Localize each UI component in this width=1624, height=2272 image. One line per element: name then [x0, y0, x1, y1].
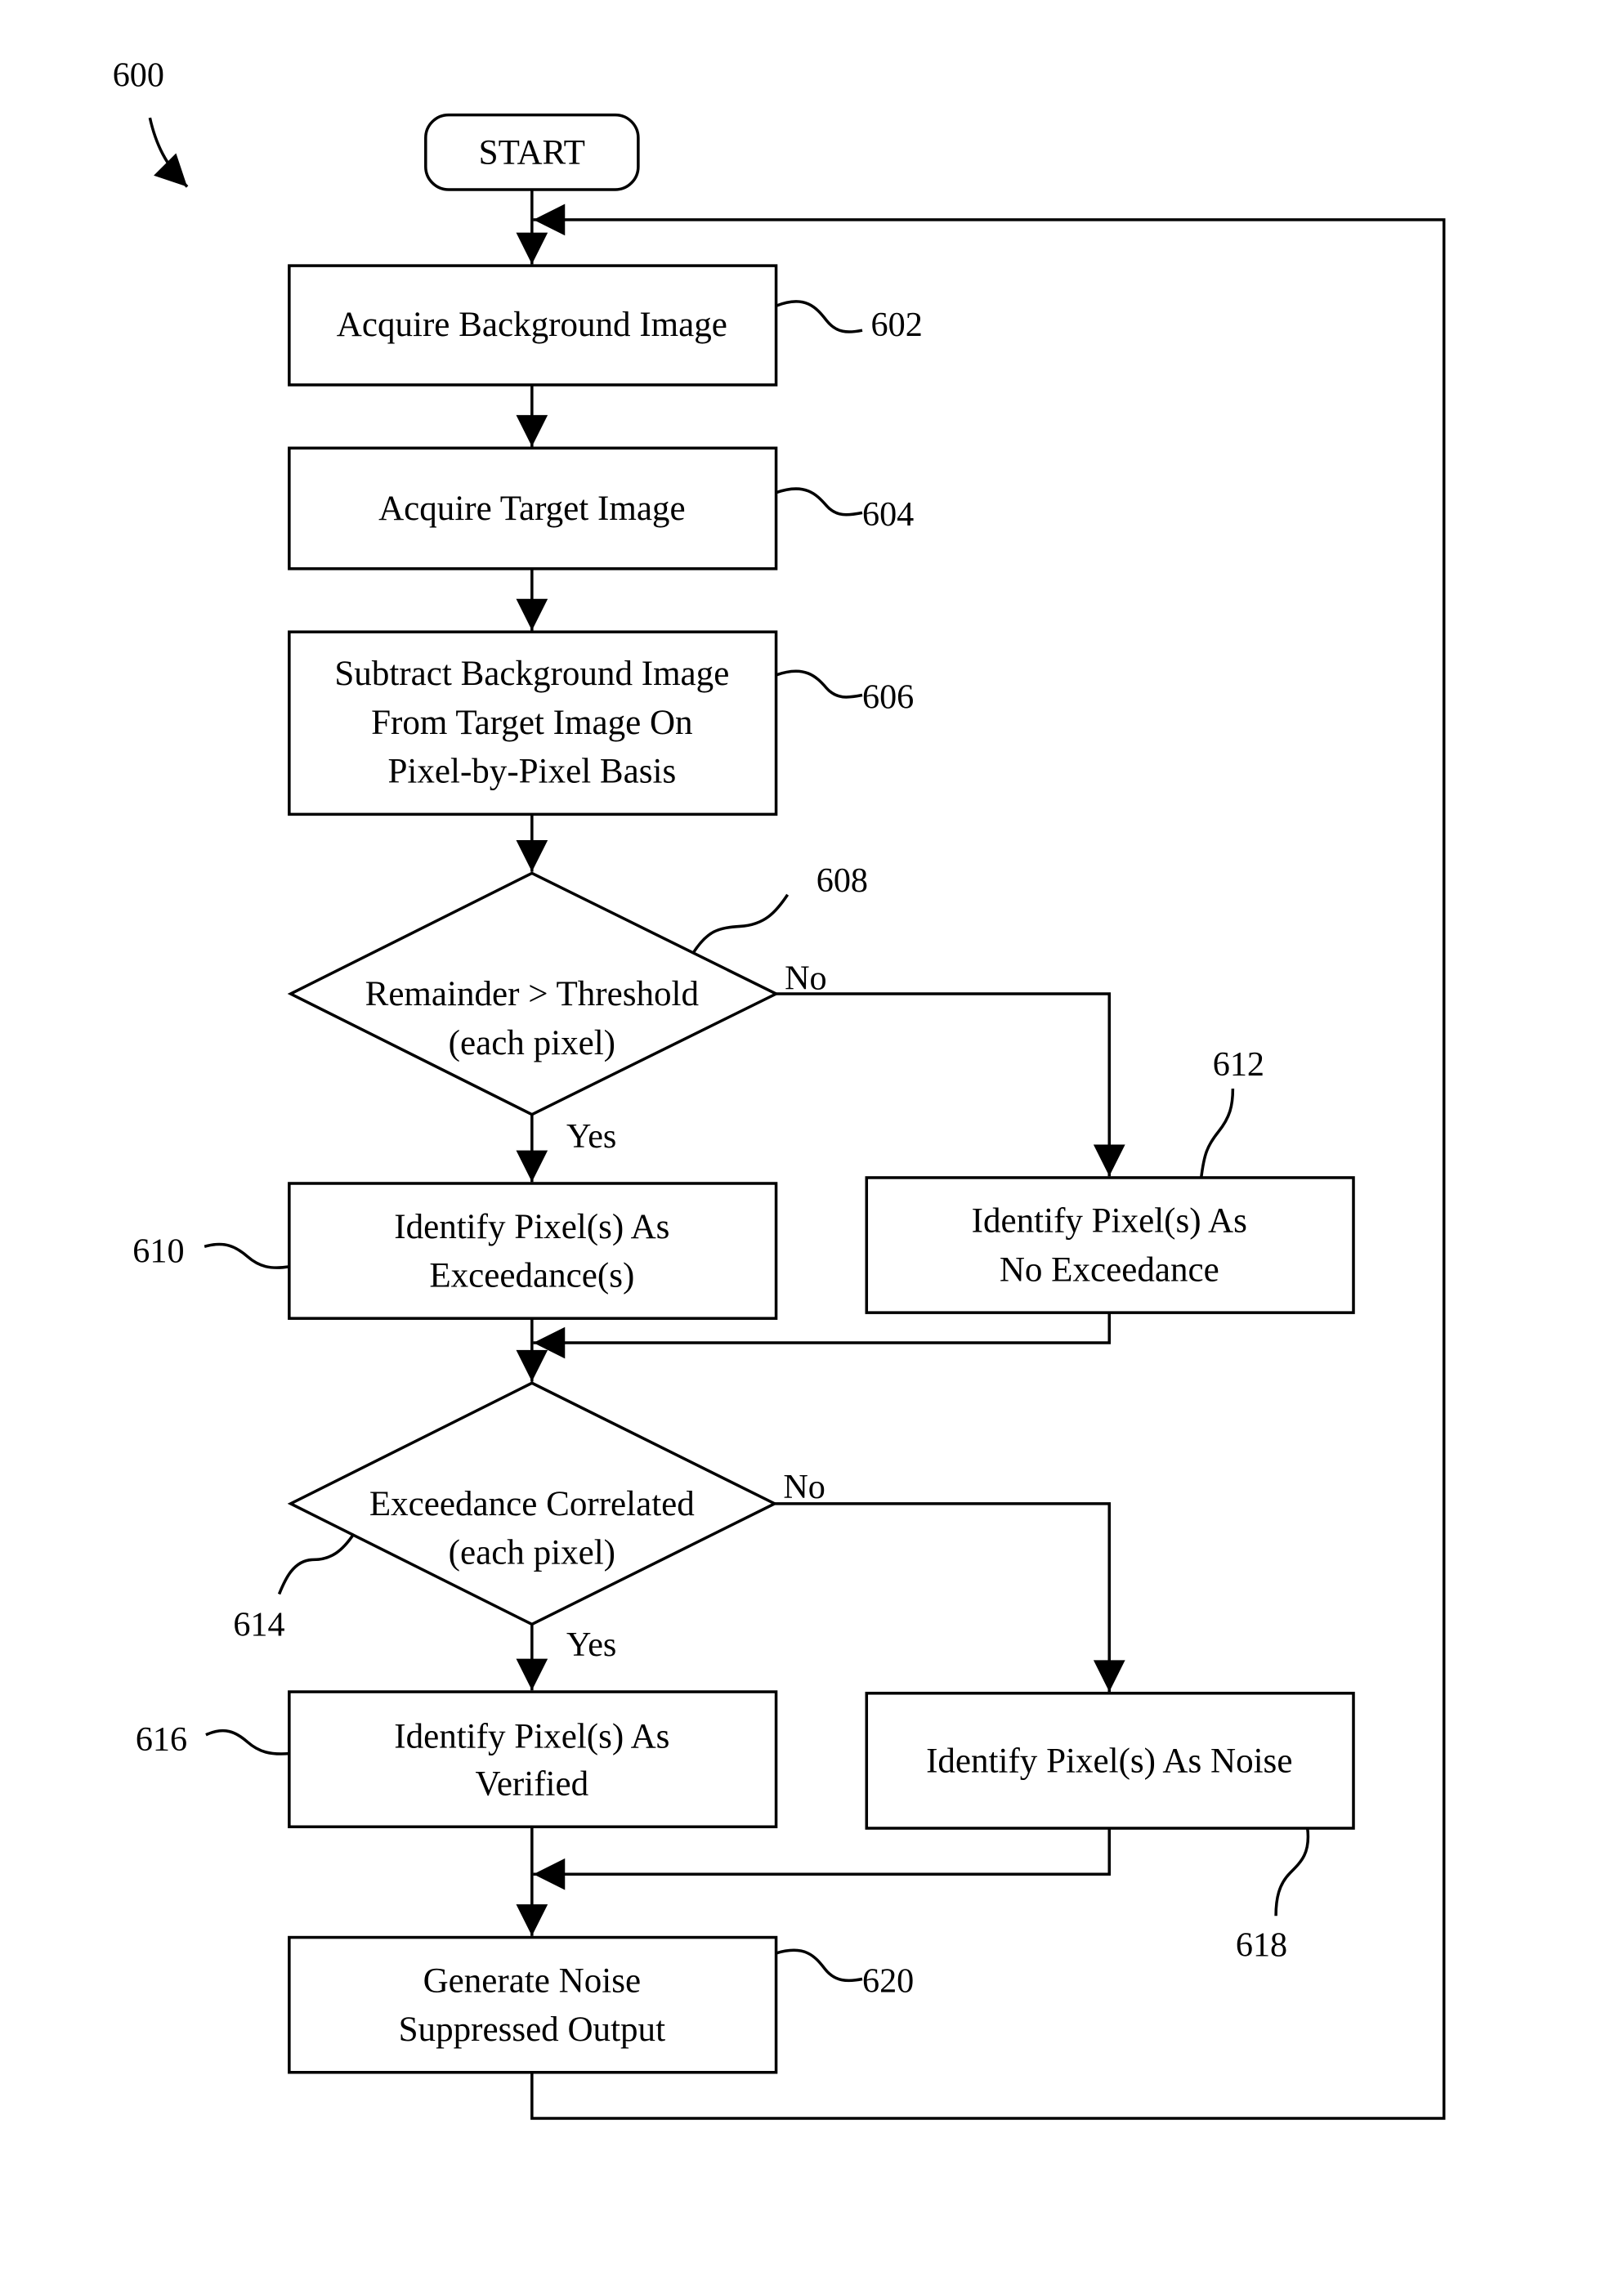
step-606-leader — [775, 669, 863, 699]
decision-614-label-line1: Exceedance Correlated — [369, 1485, 695, 1523]
step-618-label: Identify Pixel(s) As Noise — [926, 1742, 1292, 1780]
figure-ref-arrow — [148, 117, 189, 188]
edge-618-merge — [533, 1828, 1112, 1890]
step-620-ref: 620 — [862, 1961, 914, 2000]
decision-608-yes-label: Yes — [566, 1117, 616, 1156]
decision-614-leader — [277, 1532, 356, 1595]
step-612-ref: 612 — [1213, 1045, 1264, 1084]
step-604-label: Acquire Target Image — [378, 490, 685, 528]
step-612-label-line2: No Exceedance — [1000, 1250, 1219, 1289]
step-616-label-line1: Identify Pixel(s) As — [394, 1718, 669, 1756]
step-610-box — [288, 1182, 778, 1320]
step-620-label-line1: Generate Noise — [423, 1961, 642, 2000]
step-606-label-line1: Subtract Background Image — [334, 655, 729, 693]
step-610-label-line1: Identify Pixel(s) As — [394, 1208, 669, 1246]
step-610-leader — [204, 1242, 290, 1269]
step-604-ref: 604 — [862, 495, 914, 534]
decision-608-ref: 608 — [816, 861, 868, 900]
decision-614-ref: 614 — [233, 1606, 284, 1644]
flowchart-600: 600 START Acquire Background Image 602 A… — [113, 56, 1446, 2120]
step-616-label-line2: Verified — [476, 1765, 589, 1804]
step-606-ref: 606 — [862, 678, 914, 716]
step-612-box — [865, 1176, 1355, 1314]
step-612-label-line1: Identify Pixel(s) As — [972, 1202, 1247, 1241]
step-602-label: Acquire Background Image — [337, 306, 727, 344]
step-616-box — [288, 1690, 778, 1829]
step-612-leader — [1199, 1089, 1235, 1178]
decision-614-label-line2: (each pixel) — [449, 1534, 615, 1572]
step-620-leader — [776, 1948, 863, 1983]
figure-ref-label: 600 — [113, 56, 164, 94]
decision-608-no-label: No — [785, 959, 827, 998]
step-602-leader — [775, 300, 863, 333]
edge-608-no-to-612 — [776, 992, 1125, 1177]
step-618-ref: 618 — [1236, 1925, 1287, 1964]
decision-614-yes-label: Yes — [566, 1626, 616, 1664]
step-606-label-line2: From Target Image On — [371, 704, 692, 742]
step-616-ref: 616 — [136, 1720, 187, 1759]
step-606-label-line3: Pixel-by-Pixel Basis — [387, 753, 676, 791]
step-610-label-line2: Exceedance(s) — [429, 1257, 634, 1295]
decision-608-leader — [691, 893, 790, 955]
step-620-box — [288, 1935, 778, 2074]
step-620-label-line2: Suppressed Output — [399, 2010, 665, 2049]
edge-614-no-to-618 — [774, 1502, 1125, 1693]
start-label: START — [479, 133, 585, 172]
step-618-leader — [1274, 1827, 1310, 1916]
decision-608-label-line1: Remainder > Threshold — [365, 975, 699, 1013]
step-616-leader — [205, 1729, 289, 1755]
step-610-ref: 610 — [132, 1232, 184, 1271]
step-604-leader — [775, 487, 863, 517]
decision-608-label-line2: (each pixel) — [449, 1024, 615, 1062]
step-602-ref: 602 — [871, 306, 923, 344]
decision-614-no-label: No — [783, 1468, 825, 1506]
